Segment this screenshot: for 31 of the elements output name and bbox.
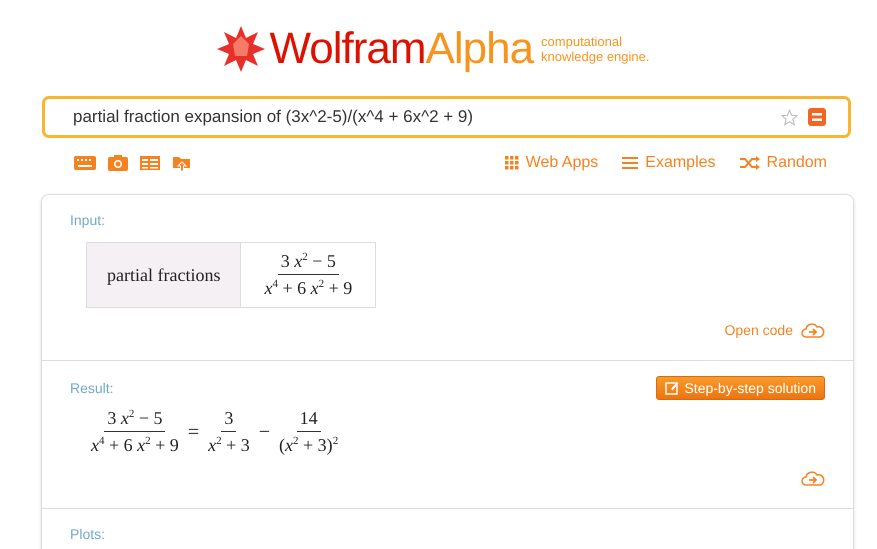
star-icon[interactable] — [781, 108, 798, 126]
fraction: 3 x$^{2}$ − 5 x$^{4}$ + 6 x$^{2}$ + 9 — [90, 408, 180, 456]
star-logo-icon — [216, 24, 266, 74]
table-cell: partial fractions — [87, 243, 242, 307]
step-by-step-button[interactable]: Step-by-step solution — [656, 376, 825, 400]
cloud-arrow-icon[interactable] — [801, 470, 825, 486]
edit-icon — [665, 381, 680, 395]
fraction: 3 x$^{2}$ − 5 x$^{4}$ + 6 x$^{2}$ + 9 — [263, 250, 354, 300]
submit-icon[interactable] — [808, 108, 826, 126]
nav-link[interactable]: Web Apps — [504, 154, 598, 172]
menu-icon — [622, 157, 638, 169]
pod-title: Result: — [70, 380, 114, 396]
fraction: 14 (x$^{2}$ + 3)$^{2}$ — [278, 408, 340, 456]
keyboard-icon[interactable] — [74, 156, 96, 170]
pod-title: Plots: — [70, 526, 106, 542]
fraction: 3 x$^{2}$ + 3 — [207, 408, 251, 456]
cloud-arrow-icon — [801, 322, 825, 338]
nav-link[interactable]: Examples — [622, 154, 716, 172]
open-code-link[interactable]: Open code — [724, 322, 825, 338]
table-icon[interactable] — [140, 156, 160, 170]
camera-icon[interactable] — [108, 155, 128, 171]
math-operator: − — [258, 420, 270, 444]
logo-wordmark: WolframAlpha — [270, 27, 534, 71]
grid-icon — [504, 156, 519, 170]
search-field[interactable]: partial fraction expansion of (3x^2-5)/(x^4 + 6x^2 + 9) — [42, 96, 851, 138]
folder-upload-icon[interactable] — [172, 154, 192, 172]
math-operator: = — [188, 420, 200, 444]
logo-tagline: computational knowledge engine. — [541, 34, 650, 64]
nav-link[interactable]: Random — [740, 154, 827, 172]
pod-title: Input: — [70, 212, 106, 228]
shuffle-icon — [740, 156, 760, 170]
